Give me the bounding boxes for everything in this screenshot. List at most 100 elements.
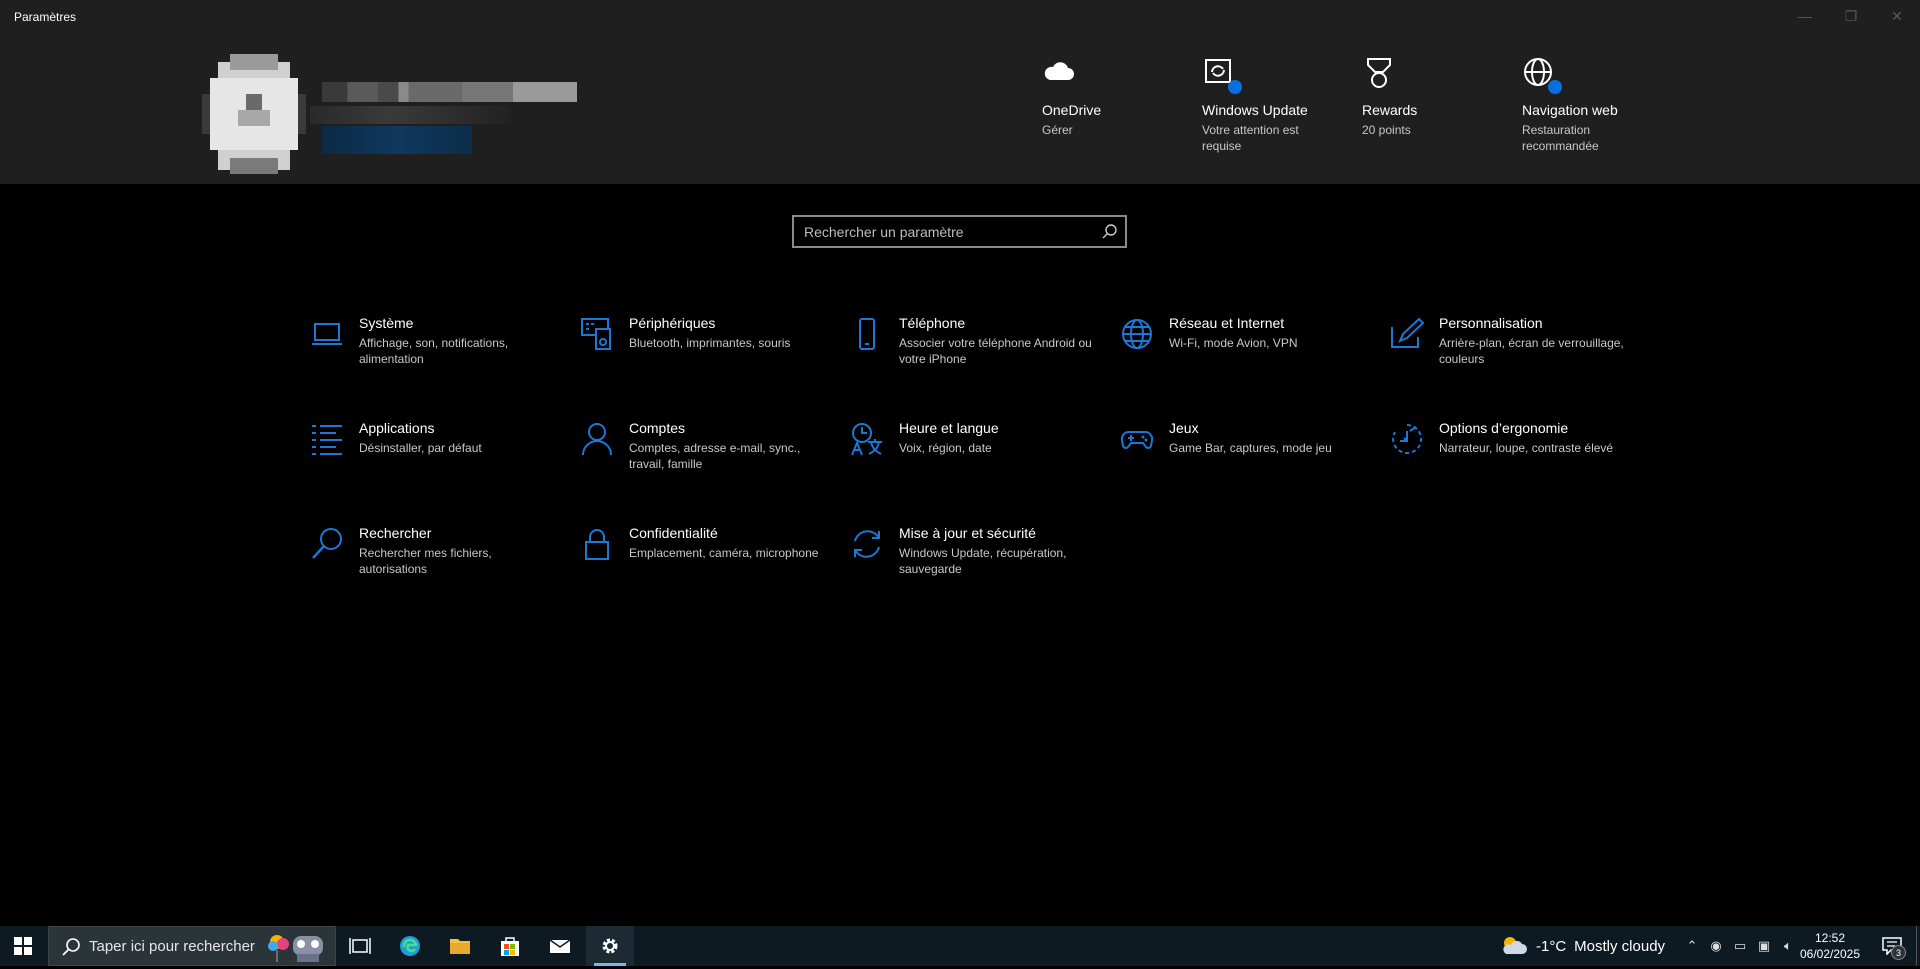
tile-systeme[interactable]: Système Affichage, son, notifications, a… [310, 315, 560, 395]
tile-sub: Désinstaller, par défaut [359, 441, 482, 455]
cloud-icon [1042, 56, 1076, 90]
weather-description: Mostly cloudy [1574, 937, 1666, 955]
settings-taskbar-button[interactable] [586, 926, 634, 966]
tile-sub: Game Bar, captures, mode jeu [1169, 441, 1332, 455]
window-title: Paramètres [14, 10, 77, 24]
minimize-button[interactable]: — [1782, 0, 1828, 32]
clock-time: 12:52 [1814, 931, 1846, 945]
tile-title: Applications [359, 420, 435, 436]
attention-dot [1228, 80, 1242, 94]
header-item-navigation-web[interactable]: Navigation web Restauration recommandée [1522, 56, 1672, 154]
avatar[interactable] [202, 54, 306, 174]
header-item-title: Windows Update [1202, 102, 1308, 118]
restore-button[interactable]: ❐ [1828, 0, 1874, 32]
search-highlight-icon[interactable] [263, 930, 329, 964]
search-placeholder: Rechercher un paramètre [804, 224, 964, 240]
title-bar[interactable]: Paramètres — ❐ ✕ [0, 0, 1920, 32]
network-icon[interactable]: ▣ [1752, 926, 1776, 966]
clock-date: 06/02/2025 [1799, 947, 1861, 961]
tile-sub: Voix, région, date [899, 441, 992, 455]
weather-widget[interactable]: -1°C Mostly cloudy [1500, 926, 1665, 966]
tile-title: Système [359, 315, 414, 331]
meet-now-icon[interactable]: ◉ [1704, 926, 1728, 966]
tile-title: Options d’ergonomie [1439, 420, 1569, 436]
tile-title: Personnalisation [1439, 315, 1543, 331]
tile-applications[interactable]: Applications Désinstaller, par défaut [310, 420, 560, 500]
account-header: OneDrive Gérer Windows Update Votre atte… [0, 32, 1920, 184]
account-link-blurred[interactable] [322, 126, 472, 154]
tile-mise-a-jour-securite[interactable]: Mise à jour et sécurité Windows Update, … [850, 525, 1100, 605]
header-item-title: OneDrive [1042, 102, 1102, 118]
user-name-blurred [322, 82, 577, 102]
chevron-up-icon[interactable]: ⌃ [1680, 926, 1704, 966]
attention-dot [1548, 80, 1562, 94]
medal-icon [1362, 56, 1396, 90]
tile-telephone[interactable]: Téléphone Associer votre téléphone Andro… [850, 315, 1100, 395]
header-item-title: Rewards [1362, 102, 1418, 118]
cloudy-weather-icon [1503, 937, 1527, 954]
tile-sub: Windows Update, récupération, sauvegarde [899, 546, 1067, 576]
tile-title: Rechercher [359, 525, 432, 541]
tile-rechercher[interactable]: Rechercher Rechercher mes fichiers, auto… [310, 525, 560, 605]
globe-icon [1522, 56, 1562, 94]
tile-peripheriques[interactable]: Périphériques Bluetooth, imprimantes, so… [580, 315, 830, 395]
sync-icon [850, 527, 884, 561]
time-language-icon [850, 422, 884, 456]
tile-title: Jeux [1169, 420, 1199, 436]
taskbar: Taper ici pour rechercher -1°C Mostly cl… [0, 926, 1920, 966]
task-view-button[interactable] [336, 926, 384, 966]
tile-title: Mise à jour et sécurité [899, 525, 1036, 541]
header-item-windows-update[interactable]: Windows Update Votre attention est requi… [1202, 56, 1352, 154]
tile-personnalisation[interactable]: Personnalisation Arrière-plan, écran de … [1390, 315, 1640, 395]
windows-update-icon [1202, 56, 1242, 94]
tile-heure-langue[interactable]: Heure et langue Voix, région, date [850, 420, 1100, 500]
header-item-sub: Gérer [1042, 123, 1073, 137]
tile-sub: Emplacement, caméra, microphone [629, 546, 819, 560]
file-explorer-button[interactable] [436, 926, 484, 966]
header-item-title: Navigation web [1522, 102, 1618, 118]
apps-list-icon [310, 422, 344, 456]
taskbar-search-box[interactable]: Taper ici pour rechercher [48, 926, 336, 966]
edge-button[interactable] [386, 926, 434, 966]
tile-jeux[interactable]: Jeux Game Bar, captures, mode jeu [1120, 420, 1370, 500]
system-tray: ⌃ ◉ ▭ ▣ 🔈︎ [1680, 926, 1800, 966]
globe-icon [1120, 317, 1154, 351]
store-icon [501, 937, 519, 956]
taskbar-search-placeholder: Taper ici pour rechercher [89, 938, 255, 955]
show-desktop-button[interactable] [1916, 926, 1920, 966]
tile-title: Téléphone [899, 315, 966, 331]
start-button[interactable] [0, 926, 46, 966]
devices-icon [580, 317, 614, 351]
tile-sub: Wi-Fi, mode Avion, VPN [1169, 336, 1298, 350]
notification-count-badge: 3 [1891, 945, 1906, 960]
weather-temperature: -1°C [1536, 937, 1567, 955]
search-icon[interactable] [1101, 223, 1119, 241]
search-icon [310, 527, 344, 561]
person-icon [580, 422, 614, 456]
tile-title: Réseau et Internet [1169, 315, 1285, 331]
tile-sub: Narrateur, loupe, contraste élevé [1439, 441, 1614, 455]
gamepad-icon [1120, 422, 1154, 456]
tile-title: Périphériques [629, 315, 716, 331]
close-button[interactable]: ✕ [1874, 0, 1920, 32]
header-item-rewards[interactable]: Rewards 20 points [1362, 56, 1512, 138]
edge-icon [400, 936, 420, 956]
tile-reseau-internet[interactable]: Réseau et Internet Wi-Fi, mode Avion, VP… [1120, 315, 1370, 395]
tile-confidentialite[interactable]: Confidentialité Emplacement, caméra, mic… [580, 525, 830, 605]
folder-icon [450, 939, 470, 954]
ease-of-access-icon [1390, 422, 1424, 456]
tile-comptes[interactable]: Comptes Comptes, adresse e-mail, sync., … [580, 420, 830, 500]
taskbar-clock[interactable]: 12:52 06/02/2025 [1794, 930, 1866, 962]
mail-button[interactable] [536, 926, 584, 966]
lock-icon [580, 527, 614, 561]
notification-center-button[interactable]: 3 [1872, 926, 1912, 966]
user-email-blurred [310, 106, 510, 124]
tile-sub: Associer votre téléphone Android ou votr… [899, 336, 1092, 366]
store-button[interactable] [486, 926, 534, 966]
tile-ergonomie[interactable]: Options d’ergonomie Narrateur, loupe, co… [1390, 420, 1640, 500]
header-item-sub: Restauration recommandée [1522, 123, 1599, 153]
settings-search-box[interactable]: Rechercher un paramètre [792, 215, 1127, 248]
header-item-onedrive[interactable]: OneDrive Gérer [1042, 56, 1192, 138]
battery-icon[interactable]: ▭ [1728, 926, 1752, 966]
settings-window: Paramètres — ❐ ✕ OneDrive Gérer Windows … [0, 0, 1920, 926]
